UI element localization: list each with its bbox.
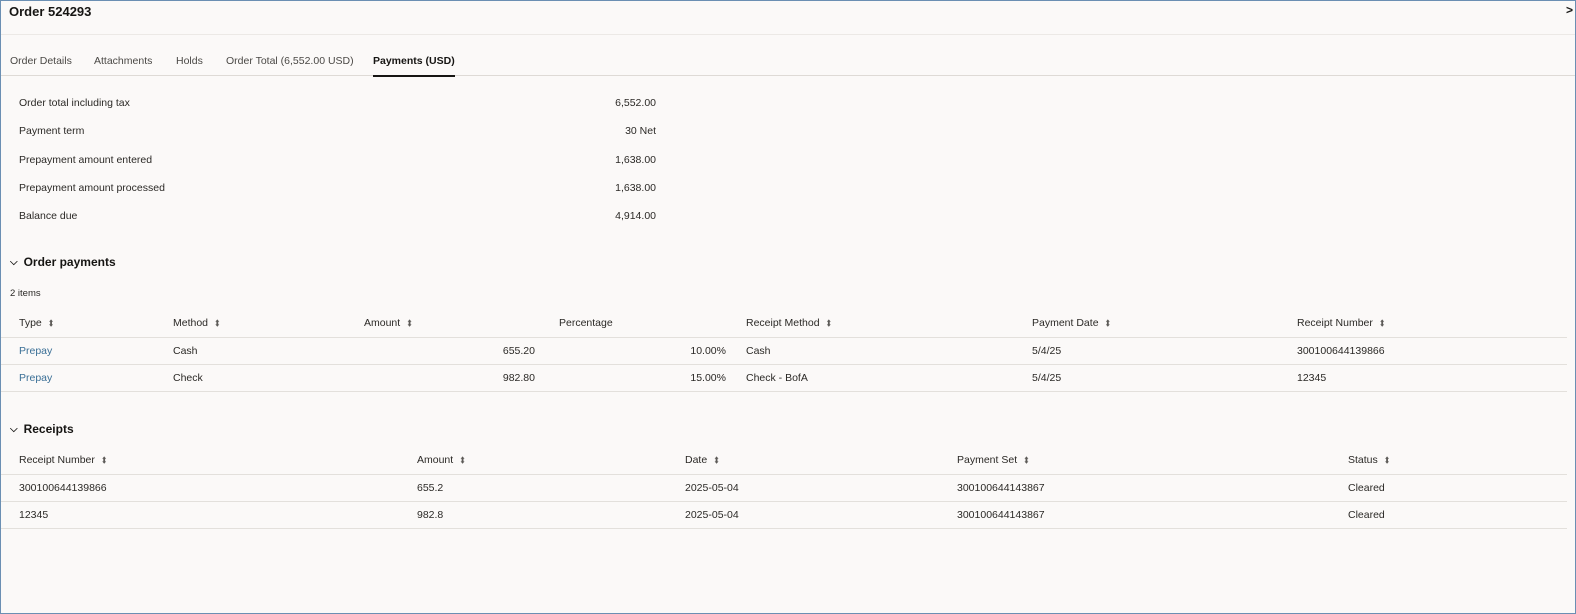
- column-header-status[interactable]: Status ⬍: [1348, 446, 1567, 475]
- cell-percentage: 15.00%: [541, 364, 746, 392]
- cell-method: Check: [173, 364, 364, 392]
- summary-row: Order total including tax 6,552.00: [19, 97, 659, 111]
- summary-value: 1,638.00: [615, 154, 656, 166]
- receipts-table: Receipt Number ⬍ Amount ⬍ Date ⬍ Payment Se…: [1, 446, 1567, 529]
- column-header-method[interactable]: Method ⬍: [173, 309, 364, 338]
- summary-value: 4,914.00: [615, 210, 656, 222]
- order-dialog: Order 524293 > Order Details Attachments…: [0, 0, 1576, 614]
- dialog-header: Order 524293 >: [1, 1, 1575, 35]
- summary-label: Balance due: [19, 210, 78, 222]
- summary-row: Payment term 30 Net: [19, 125, 659, 139]
- cell-date: 2025-05-04: [685, 501, 957, 529]
- receipts-title: Receipts: [23, 422, 74, 436]
- summary-value: 30 Net: [625, 125, 656, 137]
- payment-type-link[interactable]: Prepay: [19, 372, 52, 384]
- chevron-down-icon: ⌵: [10, 257, 18, 268]
- column-header-receipt-number[interactable]: Receipt Number ⬍: [1, 446, 417, 475]
- cell-percentage: 10.00%: [541, 337, 746, 365]
- column-header-amount[interactable]: Amount ⬍: [364, 309, 541, 338]
- payment-type-link[interactable]: Prepay: [19, 345, 52, 357]
- cell-status: Cleared: [1348, 474, 1567, 502]
- sort-icon[interactable]: ⬍: [48, 318, 55, 329]
- table-header-row: Type ⬍ Method ⬍ Amount ⬍ Percentage Receipt…: [1, 309, 1567, 338]
- sort-icon[interactable]: ⬍: [406, 318, 413, 329]
- summary-label: Prepayment amount processed: [19, 182, 165, 194]
- sort-icon[interactable]: ⬍: [713, 455, 720, 466]
- summary-value: 6,552.00: [615, 97, 656, 109]
- cell-receipt-method: Cash: [746, 337, 1032, 365]
- table-row: Prepay Cash 655.20 10.00% Cash 5/4/25 30…: [1, 337, 1567, 365]
- tab-payments[interactable]: Payments (USD): [373, 55, 455, 77]
- cell-payment-set: 300100644143867: [957, 501, 1348, 529]
- cell-payment-date: 5/4/25: [1032, 337, 1297, 365]
- column-header-payment-date[interactable]: Payment Date ⬍: [1032, 309, 1297, 338]
- cell-payment-date: 5/4/25: [1032, 364, 1297, 392]
- column-header-date[interactable]: Date ⬍: [685, 446, 957, 475]
- tab-bar: Order Details Attachments Holds Order To…: [1, 34, 1575, 77]
- cell-receipt-number: 12345: [1, 501, 417, 529]
- cell-status: Cleared: [1348, 501, 1567, 529]
- cell-receipt-method: Check - BofA: [746, 364, 1032, 392]
- column-header-receipt-method[interactable]: Receipt Method ⬍: [746, 309, 1032, 338]
- column-header-amount[interactable]: Amount ⬍: [417, 446, 685, 475]
- tab-order-details[interactable]: Order Details: [10, 55, 72, 67]
- summary-label: Prepayment amount entered: [19, 154, 153, 166]
- sort-icon[interactable]: ⬍: [459, 455, 466, 466]
- cell-amount: 655.20: [364, 337, 541, 365]
- order-payments-title: Order payments: [23, 255, 116, 269]
- chevron-down-icon: ⌵: [10, 424, 18, 435]
- cell-amount: 982.80: [364, 364, 541, 392]
- table-row: 300100644139866 655.2 2025-05-04 3001006…: [1, 474, 1567, 502]
- tab-order-total[interactable]: Order Total (6,552.00 USD): [226, 55, 354, 67]
- dialog-title: Order 524293: [9, 4, 92, 19]
- sort-icon[interactable]: ⬍: [1384, 455, 1391, 466]
- order-payments-toggle[interactable]: ⌵ Order payments: [10, 255, 116, 269]
- sort-icon[interactable]: ⬍: [101, 455, 108, 466]
- cell-amount: 982.8: [417, 501, 685, 529]
- sort-icon[interactable]: ⬍: [1105, 318, 1112, 329]
- column-header-type[interactable]: Type ⬍: [1, 309, 173, 338]
- cell-date: 2025-05-04: [685, 474, 957, 502]
- column-header-percentage: Percentage: [559, 317, 613, 329]
- summary-label: Order total including tax: [19, 97, 130, 109]
- summary-value: 1,638.00: [615, 182, 656, 194]
- sort-icon[interactable]: ⬍: [214, 318, 221, 329]
- tab-attachments[interactable]: Attachments: [94, 55, 152, 67]
- summary-row: Prepayment amount entered 1,638.00: [19, 154, 659, 168]
- column-header-payment-set[interactable]: Payment Set ⬍: [957, 446, 1348, 475]
- sort-icon[interactable]: ⬍: [1379, 318, 1386, 329]
- cell-amount: 655.2: [417, 474, 685, 502]
- cell-payment-set: 300100644143867: [957, 474, 1348, 502]
- close-icon[interactable]: >: [1566, 3, 1573, 17]
- table-row: Prepay Check 982.80 15.00% Check - BofA …: [1, 364, 1567, 392]
- items-count: 2 items: [10, 288, 41, 299]
- cell-receipt-number: 12345: [1297, 364, 1567, 392]
- receipts-toggle[interactable]: ⌵ Receipts: [10, 422, 74, 436]
- summary-row: Balance due 4,914.00: [19, 210, 659, 224]
- cell-receipt-number: 300100644139866: [1297, 337, 1567, 365]
- table-row: 12345 982.8 2025-05-04 300100644143867 C…: [1, 501, 1567, 529]
- summary-label: Payment term: [19, 125, 85, 137]
- order-payments-table: Type ⬍ Method ⬍ Amount ⬍ Percentage Receipt…: [1, 309, 1567, 392]
- sort-icon[interactable]: ⬍: [826, 318, 833, 329]
- column-header-receipt-number[interactable]: Receipt Number ⬍: [1297, 309, 1567, 338]
- table-header-row: Receipt Number ⬍ Amount ⬍ Date ⬍ Payment Se…: [1, 446, 1567, 475]
- summary-row: Prepayment amount processed 1,638.00: [19, 182, 659, 196]
- sort-icon[interactable]: ⬍: [1023, 455, 1030, 466]
- tab-holds[interactable]: Holds: [176, 55, 203, 67]
- cell-receipt-number: 300100644139866: [1, 474, 417, 502]
- cell-method: Cash: [173, 337, 364, 365]
